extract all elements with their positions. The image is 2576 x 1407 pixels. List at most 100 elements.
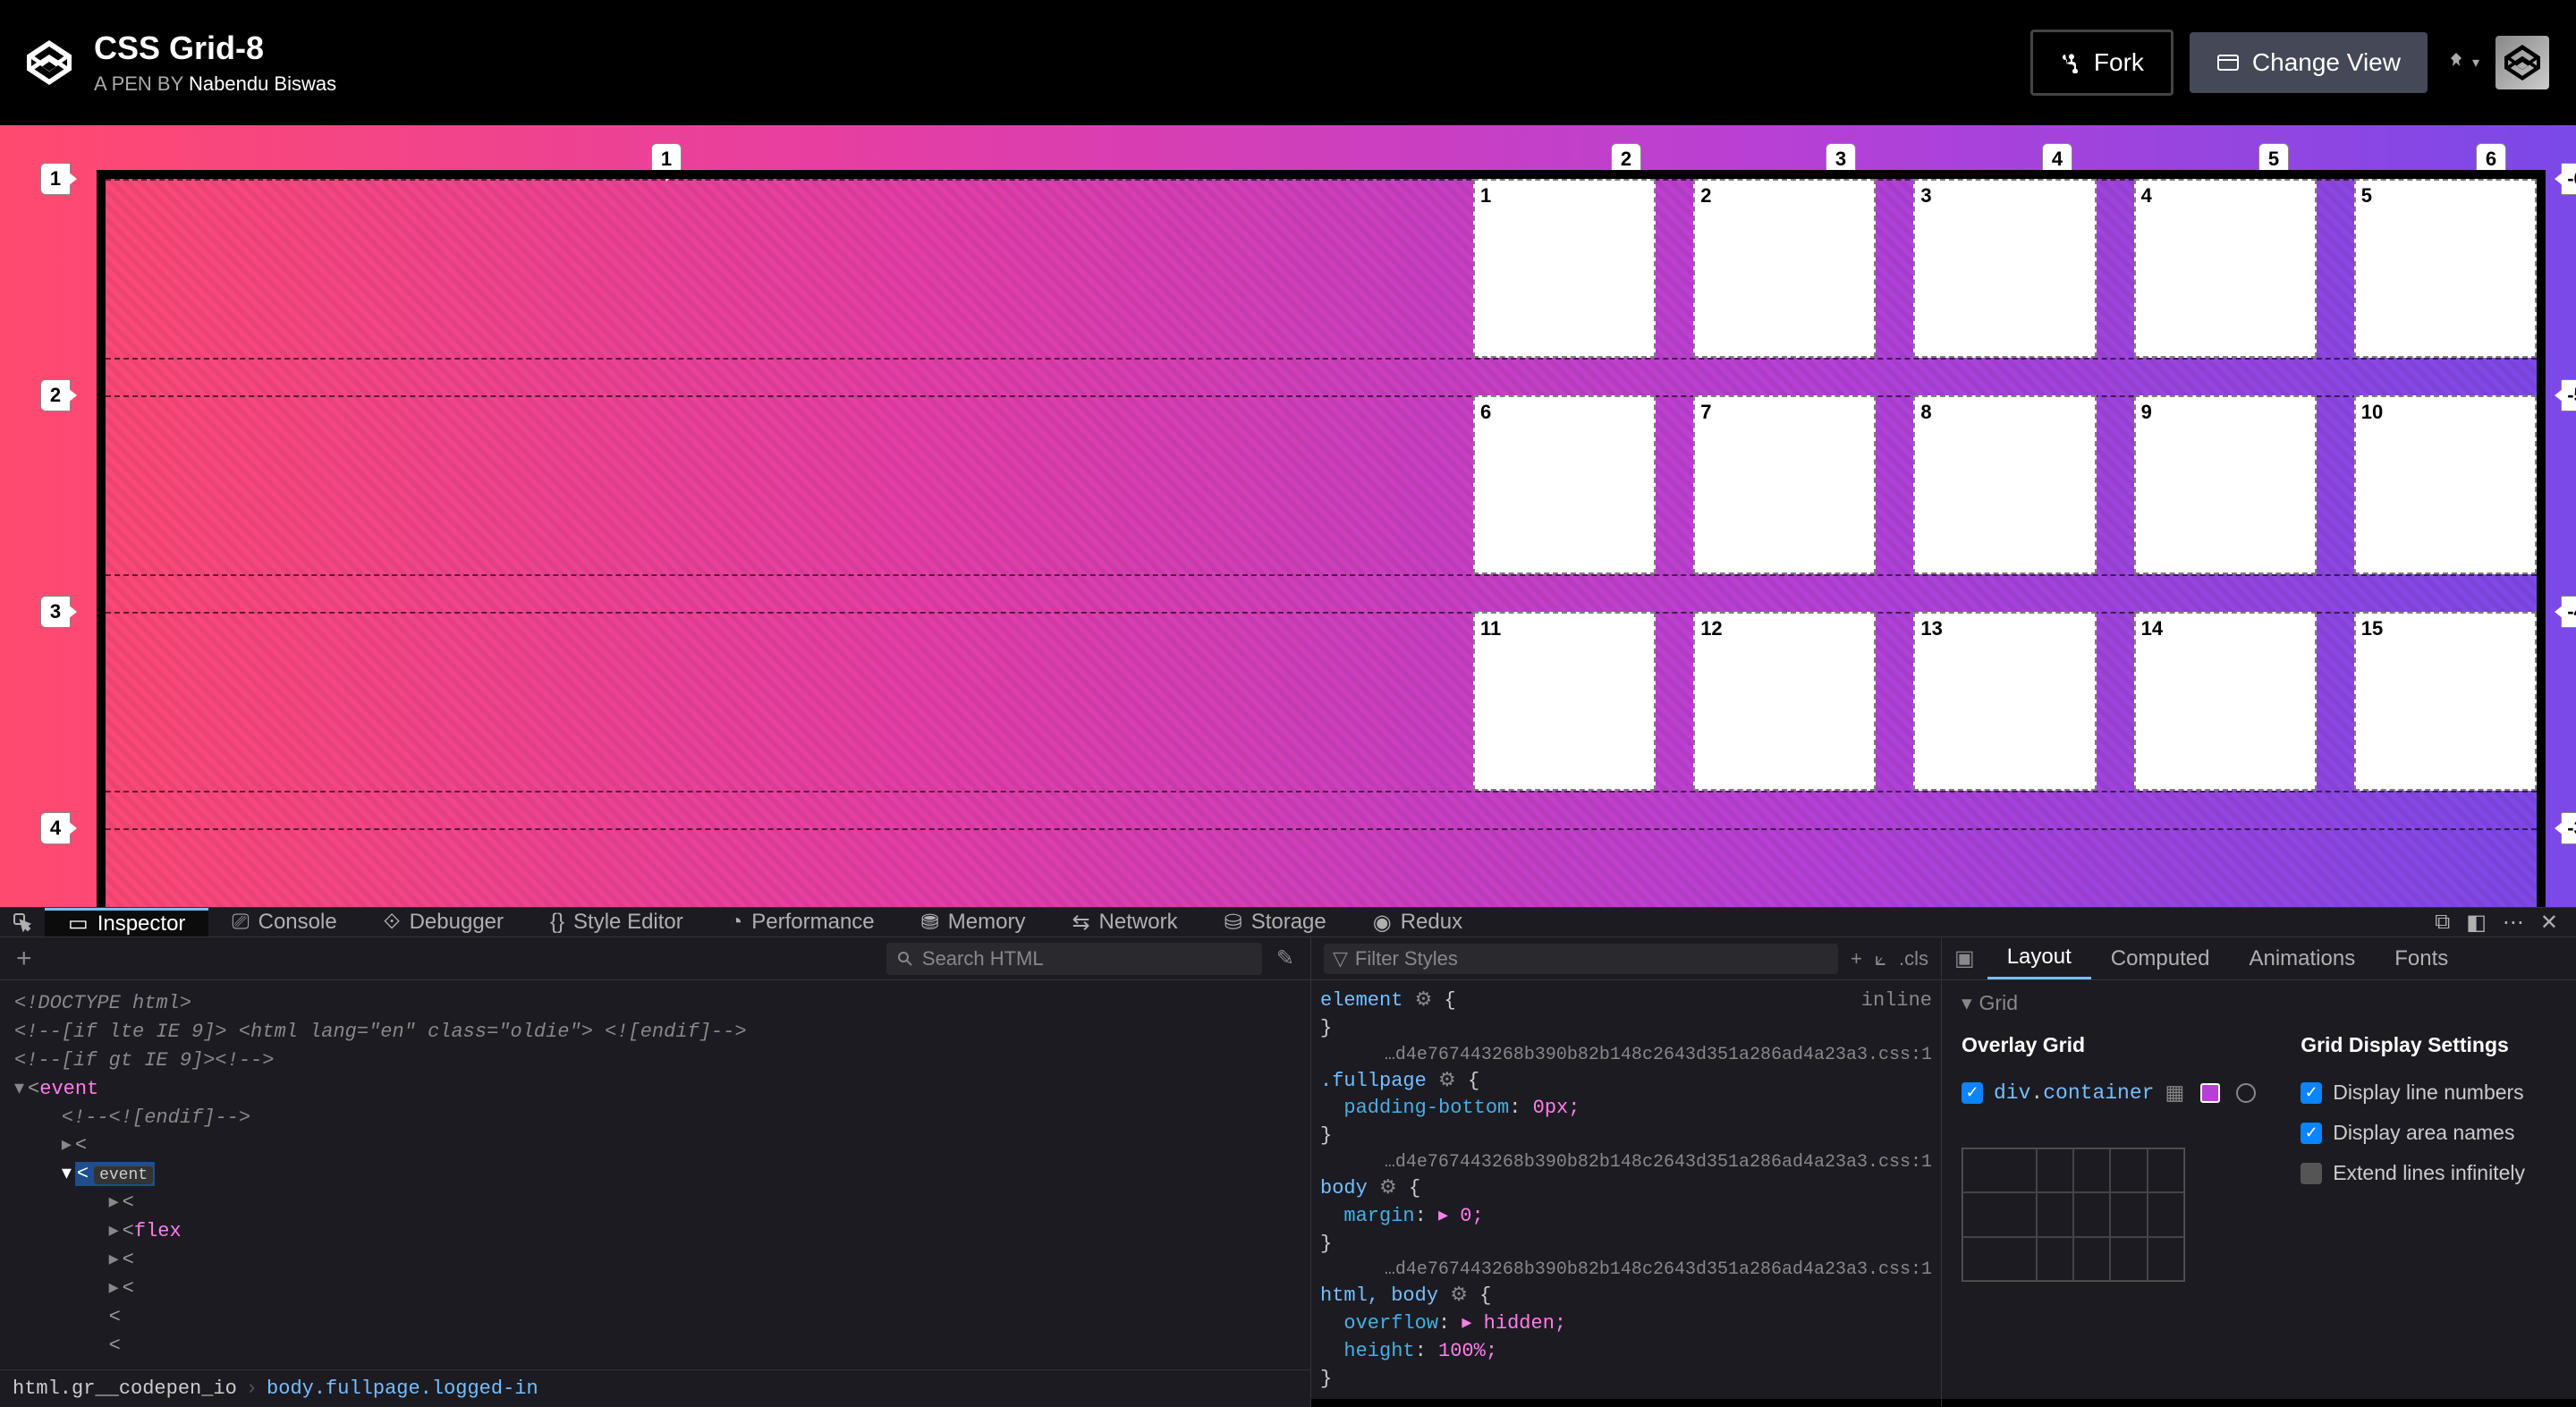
devtools-tab-debugger[interactable]: ⟐Debugger	[360, 908, 527, 937]
devtools-tab-redux[interactable]: ◉Redux	[1350, 908, 1486, 937]
html-tree-line[interactable]: ▾<event	[14, 1075, 1296, 1104]
fork-button[interactable]: Fork	[2030, 30, 2174, 96]
html-tree-line[interactable]: <	[14, 1303, 1296, 1332]
grid-row-marker-left: 4	[40, 812, 71, 844]
cell-number: 12	[1700, 617, 1722, 640]
layout-tab-layout[interactable]: Layout	[1987, 937, 2091, 979]
layout-tab-fonts[interactable]: Fonts	[2375, 937, 2468, 979]
grid-cell: 9	[2134, 395, 2317, 574]
html-toolbar: + Search HTML ✎	[0, 937, 1310, 980]
devtools-tab-performance[interactable]: ◔Performance	[707, 908, 898, 937]
html-tree[interactable]: <!DOCTYPE html><!--[if lte IE 9]> <html …	[0, 980, 1310, 1369]
breadcrumb-body[interactable]: body.fullpage.logged-in	[267, 1377, 538, 1400]
preview-pane: 123456 123456789101112131415 1234 -6-5-4…	[0, 125, 2576, 907]
change-view-button[interactable]: Change View	[2190, 32, 2428, 93]
layout-panel: ▣ LayoutComputedAnimationsFonts ▾Grid Ov…	[1941, 937, 2576, 1407]
display-option[interactable]: Extend lines infinitely	[2301, 1161, 2525, 1185]
more-icon[interactable]: ⋯	[2503, 910, 2524, 936]
html-tree-line[interactable]: <!--[if gt IE 9]><!-->	[14, 1047, 1296, 1075]
add-element-button[interactable]: +	[16, 944, 32, 974]
cell-number: 5	[2361, 184, 2372, 208]
eyedropper-icon[interactable]: ✎	[1276, 945, 1294, 971]
tab-label: Performance	[751, 910, 874, 935]
grid-cell: 14	[2134, 612, 2317, 791]
html-tree-line[interactable]: <!DOCTYPE html>	[14, 989, 1296, 1018]
grid-cell: 7	[1693, 395, 1876, 574]
cell-number: 11	[1480, 617, 1501, 640]
styles-panel: ▽ Filter Styles + ⟀ .cls element ⚙ {inli…	[1310, 937, 1941, 1407]
option-label: Display line numbers	[2333, 1081, 2523, 1105]
html-tree-line[interactable]: <!--[if lte IE 9]> <html lang="en" class…	[14, 1018, 1296, 1047]
devtools-tab-network[interactable]: ⇆Network	[1048, 908, 1200, 937]
add-rule-button[interactable]: +	[1851, 947, 1862, 970]
user-avatar[interactable]	[2496, 36, 2549, 89]
html-tree-line[interactable]: ▸<	[14, 1246, 1296, 1275]
tab-label: Memory	[948, 910, 1026, 935]
display-option[interactable]: ✓Display line numbers	[2301, 1081, 2525, 1105]
cell-number: 2	[1700, 184, 1711, 208]
tab-label: Debugger	[410, 910, 504, 935]
change-view-icon	[2216, 51, 2240, 74]
style editor-icon: {}	[550, 910, 564, 935]
element-picker-button[interactable]	[0, 908, 45, 937]
search-icon	[897, 951, 913, 967]
breadcrumb-html[interactable]: html.gr__codepen_io	[13, 1377, 237, 1400]
pin-button[interactable]: ▾	[2444, 50, 2479, 75]
devtools-tab-style-editor[interactable]: {} Style Editor	[527, 908, 707, 937]
tab-label: Console	[258, 910, 337, 935]
cell-number: 15	[2361, 617, 2383, 640]
html-panel: + Search HTML ✎ <!DOCTYPE html><!--[if l…	[0, 937, 1310, 1407]
color-swatch[interactable]	[2200, 1083, 2220, 1103]
checkbox-icon	[2301, 1163, 2322, 1184]
devtools-tab-console[interactable]: ⎚Console	[208, 908, 360, 937]
grid-cell: 11	[1473, 612, 1656, 791]
html-tree-line[interactable]: <	[14, 1332, 1296, 1360]
responsive-mode-icon[interactable]: ⧉	[2435, 910, 2450, 936]
close-icon[interactable]: ✕	[2540, 910, 2558, 936]
layout-tab-computed[interactable]: Computed	[2091, 937, 2230, 979]
author-link[interactable]: Nabendu Biswas	[189, 72, 336, 95]
html-tree-line[interactable]: ▸<	[14, 1132, 1296, 1160]
color-circle[interactable]	[2236, 1083, 2256, 1103]
redux-icon: ◉	[1373, 910, 1392, 936]
display-settings-heading: Grid Display Settings	[2301, 1033, 2525, 1057]
grid-cell: 4	[2134, 179, 2317, 358]
layout-sidebar-toggle-icon[interactable]: ▣	[1942, 945, 1987, 971]
html-tree-line[interactable]: <!--<![endif]-->	[14, 1104, 1296, 1132]
tab-label: Storage	[1251, 910, 1326, 935]
tab-label: Inspector	[97, 911, 186, 937]
pen-by-label: A PEN BY	[94, 72, 183, 95]
grid-cell: 12	[1693, 612, 1876, 791]
filter-styles-input[interactable]: ▽ Filter Styles	[1324, 944, 1838, 974]
cell-number: 9	[2141, 401, 2152, 424]
grid-cell: 1	[1473, 179, 1656, 358]
devtools-tab-inspector[interactable]: ▭ Inspector	[45, 908, 208, 937]
display-option[interactable]: ✓Display area names	[2301, 1121, 2525, 1145]
pen-title: CSS Grid-8	[94, 30, 336, 67]
cls-button[interactable]: .cls	[1899, 947, 1928, 970]
hov-button[interactable]: ⟀	[1875, 947, 1886, 970]
breadcrumb-separator: ›	[246, 1377, 258, 1400]
chevron-down-icon: ▾	[2472, 54, 2479, 72]
layout-tab-animations[interactable]: Animations	[2229, 937, 2375, 979]
html-tree-line[interactable]: ▸<	[14, 1189, 1296, 1217]
grid-highlight-icon[interactable]: ▦	[2165, 1081, 2184, 1105]
html-tree-line[interactable]: ▸<flex	[14, 1217, 1296, 1246]
change-view-label: Change View	[2252, 48, 2401, 77]
html-tree-line[interactable]: ▾<event	[14, 1160, 1296, 1189]
grid-row-marker-right: -6	[2561, 163, 2576, 195]
html-tree-line[interactable]: ▸<	[14, 1275, 1296, 1303]
breadcrumb-bar: html.gr__codepen_io › body.fullpage.logg…	[0, 1369, 1310, 1407]
styles-rules[interactable]: element ⚙ {inline}…d4e767443268b390b82b1…	[1311, 980, 1941, 1407]
devtools-right-controls: ⧉ ◧ ⋯ ✕	[2435, 910, 2576, 936]
grid-row-marker-right: -4	[2561, 596, 2576, 628]
inspector-icon: ▭	[68, 911, 89, 937]
devtools-tab-storage[interactable]: ⛁Storage	[1201, 908, 1350, 937]
cell-number: 7	[1700, 401, 1711, 424]
grid-overlay: 123456789101112131415	[97, 170, 2546, 907]
tab-label: Style Editor	[573, 910, 683, 935]
devtools-tab-memory[interactable]: ⛃Memory	[898, 908, 1049, 937]
html-search-input[interactable]: Search HTML	[886, 943, 1262, 975]
overlay-grid-item[interactable]: ✓ div.container ▦	[1962, 1081, 2256, 1105]
dock-side-icon[interactable]: ◧	[2466, 910, 2487, 936]
